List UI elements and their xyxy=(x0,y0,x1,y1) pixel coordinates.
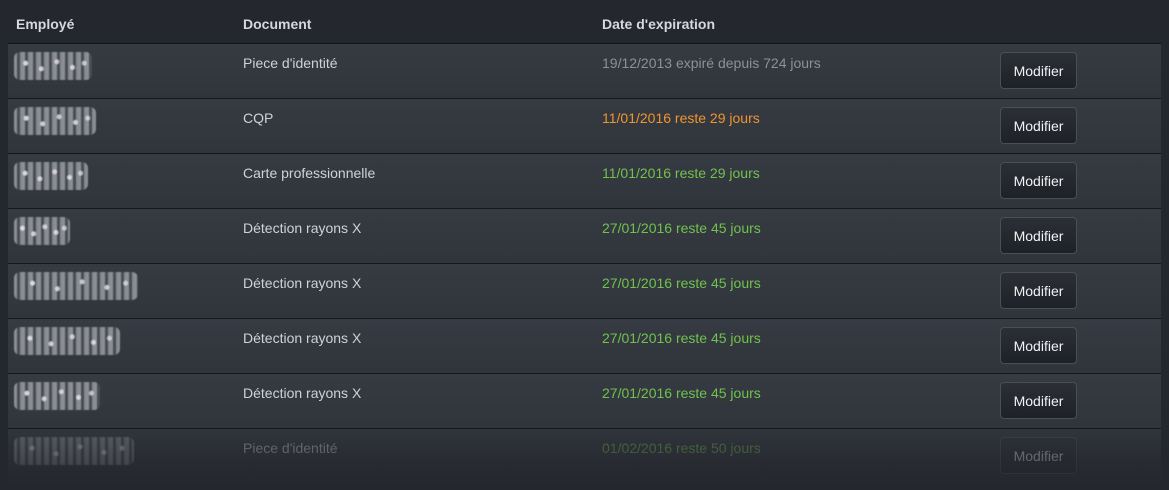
table-row: Détection rayons X 27/01/2016 reste 45 j… xyxy=(8,374,1161,429)
expiration-status: 11/01/2016 reste 29 jours xyxy=(602,110,760,126)
header-expiration: Date d'expiration xyxy=(602,16,716,32)
expiration-status: 19/12/2013 expiré depuis 724 jours xyxy=(602,55,821,71)
modify-button[interactable]: Modifier xyxy=(1000,162,1077,199)
employee-name-redacted xyxy=(14,382,100,410)
table-row: Carte professionnelle 11/01/2016 reste 2… xyxy=(8,154,1161,209)
document-name: Carte professionnelle xyxy=(243,165,376,181)
employee-name-redacted xyxy=(14,327,120,355)
employee-name-redacted xyxy=(14,217,70,245)
modify-button[interactable]: Modifier xyxy=(1000,217,1077,254)
table-row: Détection rayons X 27/01/2016 reste 45 j… xyxy=(8,209,1161,264)
employee-name-redacted xyxy=(14,52,92,80)
employee-name-redacted xyxy=(14,272,138,300)
table-row: Piece d'identité 19/12/2013 expiré depui… xyxy=(8,44,1161,99)
modify-button[interactable]: Modifier xyxy=(1000,437,1077,474)
expiration-status: 11/01/2016 reste 29 jours xyxy=(602,165,760,181)
document-name: Détection rayons X xyxy=(243,220,362,236)
documents-panel: Employé Document Date d'expiration Piece… xyxy=(0,0,1169,490)
header-employee: Employé xyxy=(16,16,75,32)
modify-button[interactable]: Modifier xyxy=(1000,107,1077,144)
documents-table: Employé Document Date d'expiration Piece… xyxy=(8,0,1161,483)
table-row: CQP 11/01/2016 reste 29 jours Modifier xyxy=(8,99,1161,154)
document-name: Détection rayons X xyxy=(243,385,362,401)
document-name: Piece d'identité xyxy=(243,55,338,71)
modify-button[interactable]: Modifier xyxy=(1000,327,1077,364)
expiration-status: 27/01/2016 reste 45 jours xyxy=(602,385,761,401)
employee-name-redacted xyxy=(14,437,134,465)
document-name: Détection rayons X xyxy=(243,330,362,346)
table-header: Employé Document Date d'expiration xyxy=(8,0,1161,44)
expiration-status: 27/01/2016 reste 45 jours xyxy=(602,275,761,291)
document-name: Détection rayons X xyxy=(243,275,362,291)
expiration-status: 01/02/2016 reste 50 jours xyxy=(602,440,761,456)
modify-button[interactable]: Modifier xyxy=(1000,382,1077,419)
table-row: Détection rayons X 27/01/2016 reste 45 j… xyxy=(8,264,1161,319)
header-document: Document xyxy=(243,16,312,32)
employee-name-redacted xyxy=(14,107,96,135)
modify-button[interactable]: Modifier xyxy=(1000,52,1077,89)
table-row: Détection rayons X 27/01/2016 reste 45 j… xyxy=(8,319,1161,374)
modify-button[interactable]: Modifier xyxy=(1000,272,1077,309)
table-row: Piece d'identité 01/02/2016 reste 50 jou… xyxy=(8,429,1161,483)
document-name: Piece d'identité xyxy=(243,440,338,456)
expiration-status: 27/01/2016 reste 45 jours xyxy=(602,220,761,236)
expiration-status: 27/01/2016 reste 45 jours xyxy=(602,330,761,346)
employee-name-redacted xyxy=(14,162,88,190)
document-name: CQP xyxy=(243,110,274,126)
